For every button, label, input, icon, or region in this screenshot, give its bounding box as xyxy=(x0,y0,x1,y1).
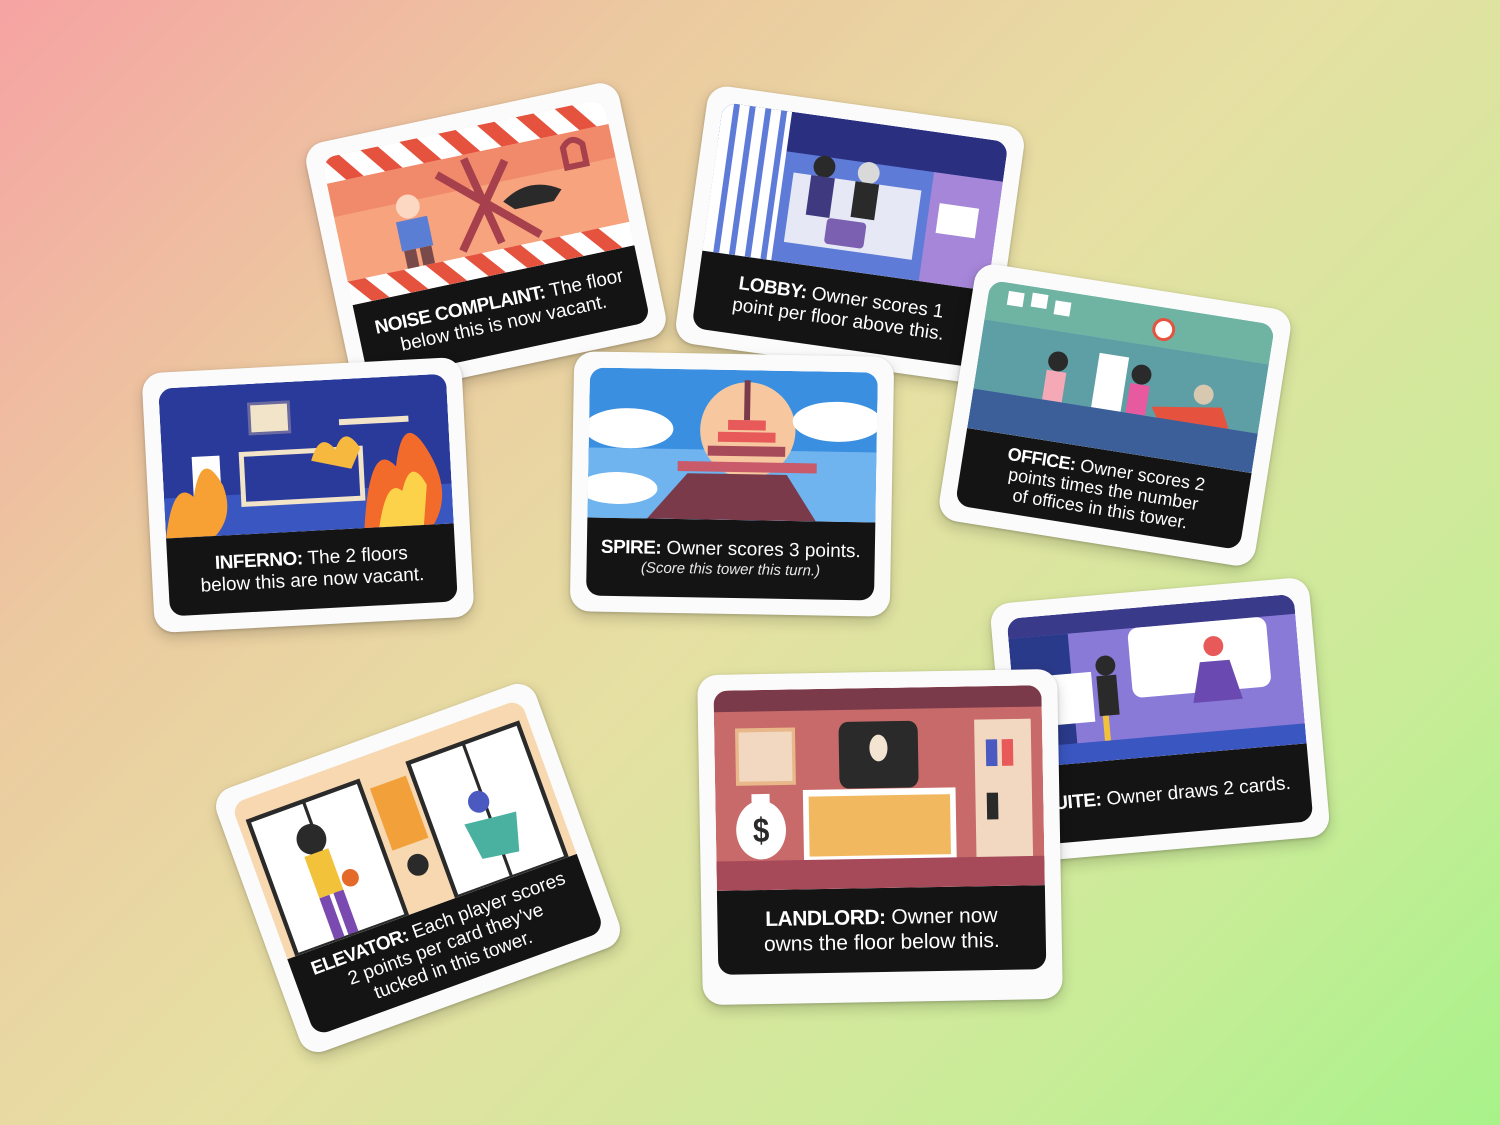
card-name: LANDLORD: xyxy=(765,905,886,932)
card-office[interactable]: OFFICE: Owner scores 2 points times the … xyxy=(936,261,1294,569)
card-art-spire xyxy=(587,367,878,523)
card-elevator[interactable]: ELEVATOR: Each player scores 2 points pe… xyxy=(210,678,626,1058)
card-note: (Score this tower this turn.) xyxy=(640,559,821,580)
card-name: SPIRE: xyxy=(600,536,662,559)
card-text-panel: INFERNO: The 2 floors below this are now… xyxy=(166,523,458,617)
card-spire[interactable]: SPIRE: Owner scores 3 points. (Score thi… xyxy=(569,351,895,617)
card-effect-line: Owner scores 3 points. xyxy=(666,537,861,563)
card-text-panel: SPIRE: Owner scores 3 points. (Score thi… xyxy=(586,517,876,601)
card-effect-line: Owner draws 2 cards. xyxy=(1105,772,1292,810)
card-art-landlord: $ xyxy=(713,685,1045,891)
card-art-inferno xyxy=(158,373,454,539)
card-text-panel: LANDLORD: Owner now owns the floor below… xyxy=(716,885,1047,975)
card-effect-line: owns the floor below this. xyxy=(763,928,1000,957)
card-effect-line: Owner now xyxy=(891,903,998,929)
svg-text:$: $ xyxy=(753,811,770,850)
card-inferno[interactable]: INFERNO: The 2 floors below this are now… xyxy=(141,356,475,634)
card-landlord[interactable]: $ LANDLORD: Owner now owns the floor bel… xyxy=(697,668,1063,1006)
